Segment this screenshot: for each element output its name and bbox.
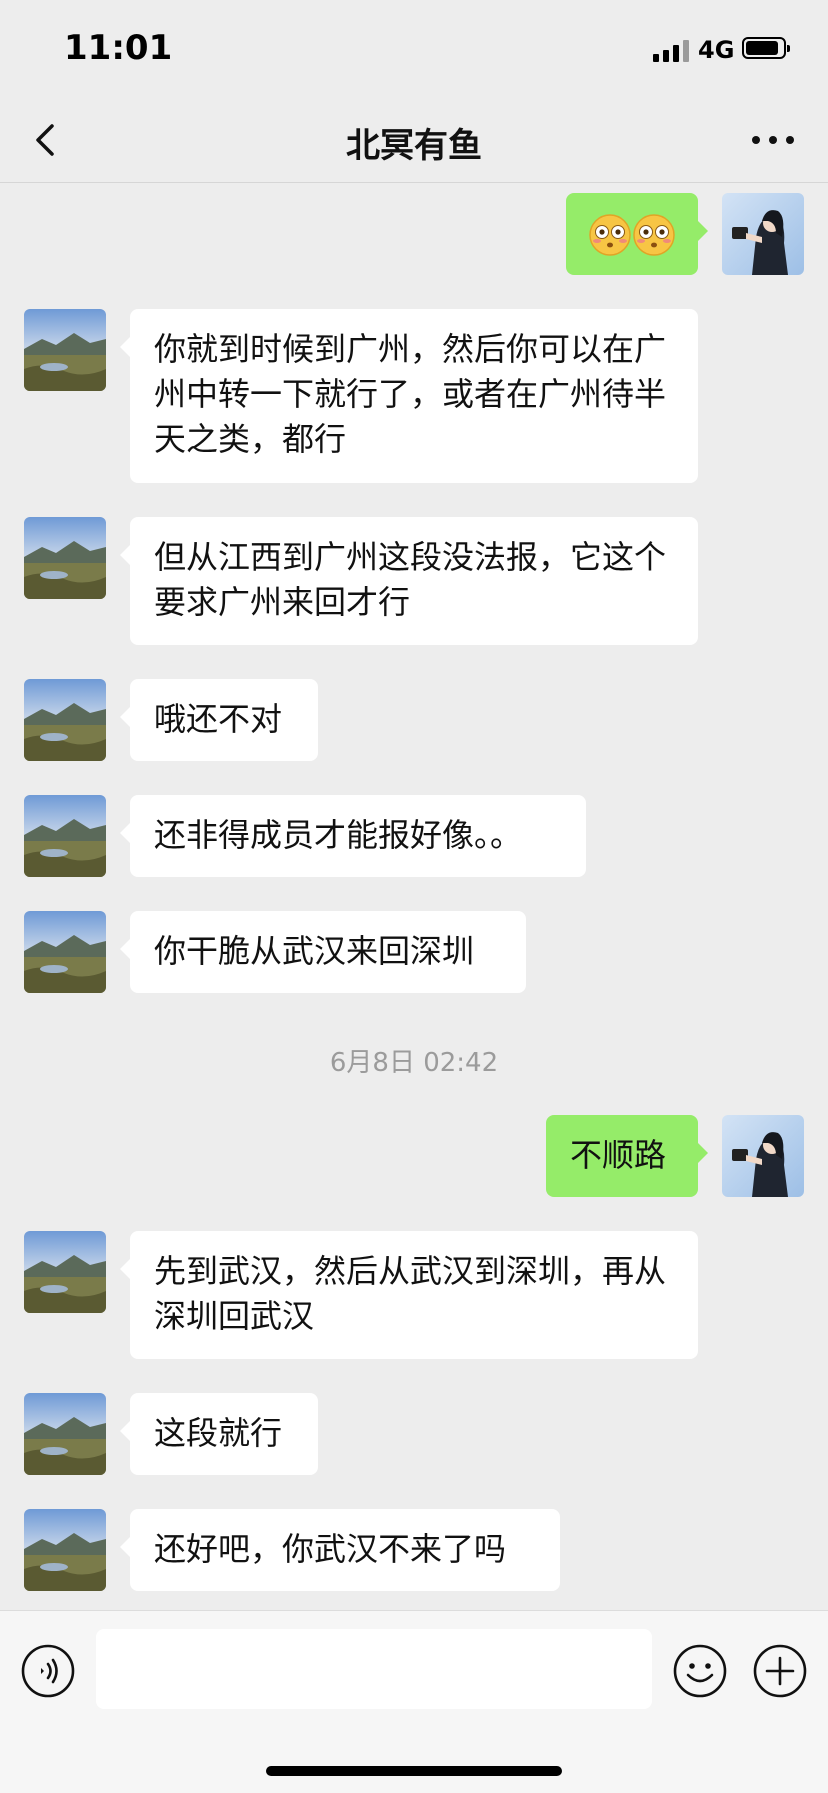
- message-bubble-in[interactable]: 还好吧，你武汉不来了吗: [120, 1509, 560, 1591]
- flushed-face-emoji-icon: [589, 214, 631, 256]
- message-input[interactable]: [96, 1629, 652, 1709]
- message-bubble-in[interactable]: 这段就行: [120, 1393, 318, 1475]
- battery-icon: [742, 37, 790, 59]
- more-functions-button[interactable]: [752, 1643, 808, 1699]
- contact-avatar[interactable]: [24, 1231, 106, 1313]
- network-type: 4G: [698, 36, 735, 64]
- message-bubble-in[interactable]: 但从江西到广州这段没法报，它这个要求广州来回才行: [120, 517, 698, 645]
- message-bubble-in[interactable]: 先到武汉，然后从武汉到深圳，再从深圳回武汉: [120, 1231, 698, 1359]
- my-avatar[interactable]: [722, 193, 804, 275]
- message-bubble-in[interactable]: 哦还不对: [120, 679, 318, 761]
- message-bubble-out[interactable]: [566, 193, 708, 275]
- contact-avatar[interactable]: [24, 1509, 106, 1591]
- contact-avatar[interactable]: [24, 911, 106, 993]
- message-bubble-out[interactable]: 不顺路: [546, 1115, 708, 1197]
- status-time: 11:01: [64, 28, 173, 68]
- message-bubble-in[interactable]: 你干脆从武汉来回深圳: [120, 911, 526, 993]
- contact-avatar[interactable]: [24, 1393, 106, 1475]
- cellular-signal-icon: [653, 40, 689, 62]
- emoji-button[interactable]: [672, 1643, 728, 1699]
- chat-header: 北冥有鱼: [0, 100, 828, 183]
- more-button[interactable]: [748, 120, 798, 160]
- message-bubble-in[interactable]: 还非得成员才能报好像。。: [120, 795, 586, 877]
- contact-avatar[interactable]: [24, 309, 106, 391]
- voice-icon: [21, 1644, 75, 1698]
- message-bubble-in[interactable]: 你就到时候到广州，然后你可以在广州中转一下就行了，或者在广州待半天之类，都行: [120, 309, 698, 483]
- message-timestamp: 6月8日 02:42: [329, 1048, 499, 1078]
- status-bar: 11:01 4G: [0, 0, 828, 100]
- contact-avatar[interactable]: [24, 795, 106, 877]
- more-dots-icon: [752, 136, 794, 144]
- contact-avatar[interactable]: [24, 517, 106, 599]
- voice-input-button[interactable]: [20, 1643, 76, 1699]
- chat-title: 北冥有鱼: [346, 126, 482, 166]
- home-indicator[interactable]: [266, 1766, 562, 1776]
- plus-icon: [753, 1644, 807, 1698]
- my-avatar[interactable]: [722, 1115, 804, 1197]
- flushed-face-emoji-icon: [633, 214, 675, 256]
- contact-avatar[interactable]: [24, 679, 106, 761]
- smiley-icon: [673, 1644, 727, 1698]
